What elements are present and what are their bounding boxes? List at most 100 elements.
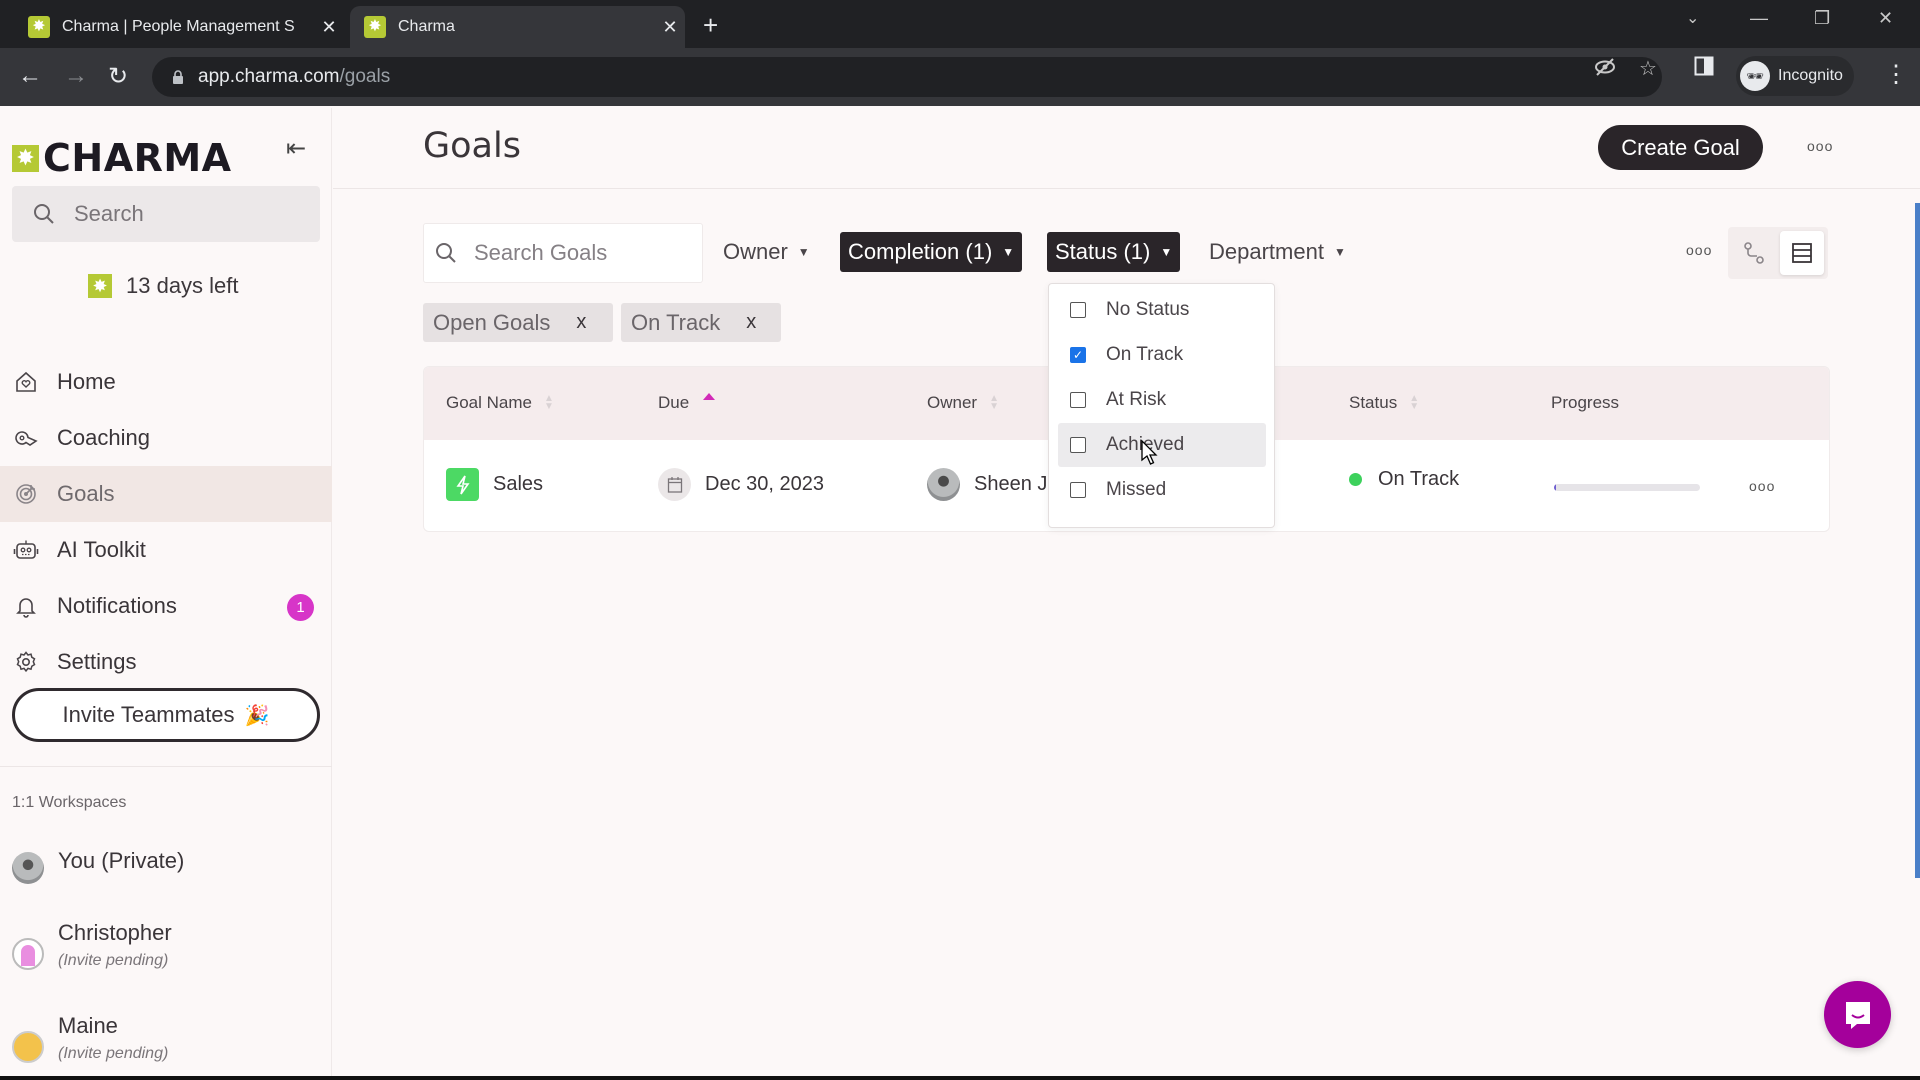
sidebar-item-ai-toolkit[interactable]: AI Toolkit — [0, 522, 332, 578]
invite-teammates-button[interactable]: Invite Teammates 🎉 — [12, 688, 320, 742]
side-panel-icon[interactable] — [1694, 56, 1714, 82]
minimize-icon[interactable]: — — [1750, 8, 1768, 29]
status-cell[interactable]: On Track — [1349, 468, 1459, 491]
status-option-no-status[interactable]: No Status — [1058, 288, 1266, 332]
page-scrollbar[interactable] — [1915, 203, 1920, 878]
target-icon — [12, 480, 40, 508]
workspace-item-you[interactable]: You (Private) — [12, 848, 184, 884]
remove-chip-icon[interactable]: x — [576, 311, 586, 334]
new-tab-button[interactable]: + — [703, 10, 718, 41]
close-tab-icon[interactable]: ✕ — [314, 17, 344, 38]
invite-label: Invite Teammates — [62, 702, 235, 727]
notification-count-badge: 1 — [287, 594, 314, 621]
search-goals-input[interactable]: Search Goals — [423, 223, 703, 283]
sidebar-item-label: AI Toolkit — [57, 537, 146, 562]
sidebar-search-placeholder: Search — [74, 201, 144, 226]
column-label: Progress — [1551, 393, 1620, 412]
tab-search-icon[interactable]: ⌄ — [1686, 8, 1699, 28]
bookmark-star-icon[interactable]: ☆ — [1639, 56, 1657, 81]
avatar — [12, 1031, 44, 1063]
charma-logo[interactable]: ✸ CHARMA — [12, 136, 232, 180]
column-header-due[interactable]: Due — [658, 392, 716, 413]
owner-filter-dropdown[interactable]: Owner ▼ — [715, 232, 818, 272]
sidebar-item-coaching[interactable]: Coaching — [0, 410, 332, 466]
status-filter-menu: No Status ✓ On Track At Risk Achieved Mi… — [1048, 283, 1275, 528]
department-filter-dropdown[interactable]: Department ▼ — [1201, 232, 1354, 272]
completion-filter-dropdown[interactable]: Completion (1) ▼ — [840, 232, 1023, 272]
checkbox[interactable] — [1070, 437, 1086, 453]
owner-cell[interactable]: Sheen J — [927, 468, 1047, 501]
sidebar: ✸ CHARMA ⇤ Search ✸ 13 days left Home Co… — [0, 108, 332, 1080]
collapse-sidebar-icon[interactable]: ⇤ — [286, 134, 306, 163]
restore-icon[interactable]: ❐ — [1814, 8, 1830, 29]
incognito-profile-button[interactable]: 🕶 Incognito — [1736, 56, 1854, 96]
reload-icon[interactable]: ↻ — [108, 62, 128, 91]
close-tab-icon[interactable]: ✕ — [655, 17, 685, 38]
browser-menu-icon[interactable]: ⋮ — [1884, 60, 1908, 89]
sidebar-item-home[interactable]: Home — [0, 354, 332, 410]
tree-view-icon[interactable] — [1732, 231, 1776, 275]
row-more-options-icon[interactable]: ooo — [1749, 478, 1775, 494]
status-filter-dropdown[interactable]: Status (1) ▼ — [1047, 232, 1181, 272]
browser-tab-active[interactable]: ✸ Charma ✕ — [350, 6, 685, 48]
brand-wordmark: CHARMA — [43, 136, 232, 180]
sidebar-item-goals[interactable]: Goals — [0, 466, 332, 522]
list-view-icon[interactable] — [1780, 231, 1824, 275]
close-window-icon[interactable]: ✕ — [1878, 8, 1893, 29]
due-date: Dec 30, 2023 — [705, 473, 824, 495]
search-icon — [436, 243, 456, 263]
column-label: Goal Name — [446, 393, 532, 412]
charma-logo-mark-icon: ✸ — [12, 144, 39, 172]
due-date-cell[interactable]: Dec 30, 2023 — [658, 468, 824, 501]
owner-filter-label: Owner — [723, 239, 788, 264]
status-option-achieved[interactable]: Achieved — [1058, 423, 1266, 467]
column-header-goal-name[interactable]: Goal Name ▲ ▼ — [446, 393, 554, 413]
url-field[interactable]: app.charma.com/goals — [152, 57, 1662, 97]
screen-bottom-edge — [0, 1076, 1920, 1080]
lightning-icon — [446, 468, 479, 501]
column-label: Status — [1349, 393, 1398, 412]
page-more-options-icon[interactable]: ooo — [1807, 138, 1833, 154]
checkbox-checked[interactable]: ✓ — [1070, 347, 1086, 363]
checkbox[interactable] — [1070, 302, 1086, 318]
browser-tab[interactable]: ✸ Charma | People Management S ✕ — [14, 6, 344, 48]
sort-icon: ▲ ▼ — [1409, 393, 1420, 412]
workspace-item-christopher[interactable]: Christopher (Invite pending) — [12, 920, 172, 970]
sidebar-item-settings[interactable]: Settings — [0, 634, 332, 690]
option-label: On Track — [1106, 344, 1184, 365]
status-option-at-risk[interactable]: At Risk — [1058, 378, 1266, 422]
sidebar-search[interactable]: Search — [12, 186, 320, 242]
trial-text: 13 days left — [126, 273, 239, 298]
sidebar-item-notifications[interactable]: Notifications 1 — [0, 578, 332, 634]
checkbox[interactable] — [1070, 482, 1086, 498]
forward-icon[interactable]: → — [64, 62, 88, 90]
status-option-missed[interactable]: Missed — [1058, 468, 1266, 512]
goal-name-cell[interactable]: Sales — [446, 468, 543, 501]
url-text: app.charma.com/goals — [198, 66, 391, 87]
chevron-down-icon: ▼ — [1160, 245, 1173, 259]
checkbox[interactable] — [1070, 392, 1086, 408]
status-option-on-track[interactable]: ✓ On Track — [1058, 333, 1266, 377]
sidebar-item-label: Goals — [57, 481, 115, 506]
trial-remaining[interactable]: ✸ 13 days left — [88, 273, 239, 299]
back-icon[interactable]: ← — [18, 62, 42, 90]
workspace-item-maine[interactable]: Maine (Invite pending) — [12, 1013, 168, 1063]
workspace-name: Maine — [58, 1013, 118, 1038]
chevron-down-icon: ▼ — [1333, 245, 1346, 259]
chevron-down-icon: ▼ — [797, 245, 810, 259]
chat-support-button[interactable] — [1824, 981, 1891, 1048]
workspaces-heading: 1:1 Workspaces — [12, 794, 127, 811]
charma-favicon-icon: ✸ — [28, 16, 50, 38]
column-header-owner[interactable]: Owner ▲ ▼ — [927, 393, 999, 413]
filter-more-options-icon[interactable]: ooo — [1686, 242, 1712, 258]
column-header-status[interactable]: Status ▲ ▼ — [1349, 393, 1419, 413]
invite-pending-label: (Invite pending) — [58, 952, 169, 969]
column-label: Due — [658, 393, 690, 412]
tracking-protection-icon[interactable] — [1594, 56, 1616, 84]
create-goal-button[interactable]: Create Goal — [1598, 125, 1763, 170]
invite-pending-label: (Invite pending) — [58, 1045, 169, 1062]
remove-chip-icon[interactable]: x — [746, 311, 756, 334]
charma-favicon-icon: ✸ — [364, 16, 386, 38]
sidebar-item-label: Settings — [57, 649, 137, 674]
progress-bar — [1554, 484, 1700, 491]
